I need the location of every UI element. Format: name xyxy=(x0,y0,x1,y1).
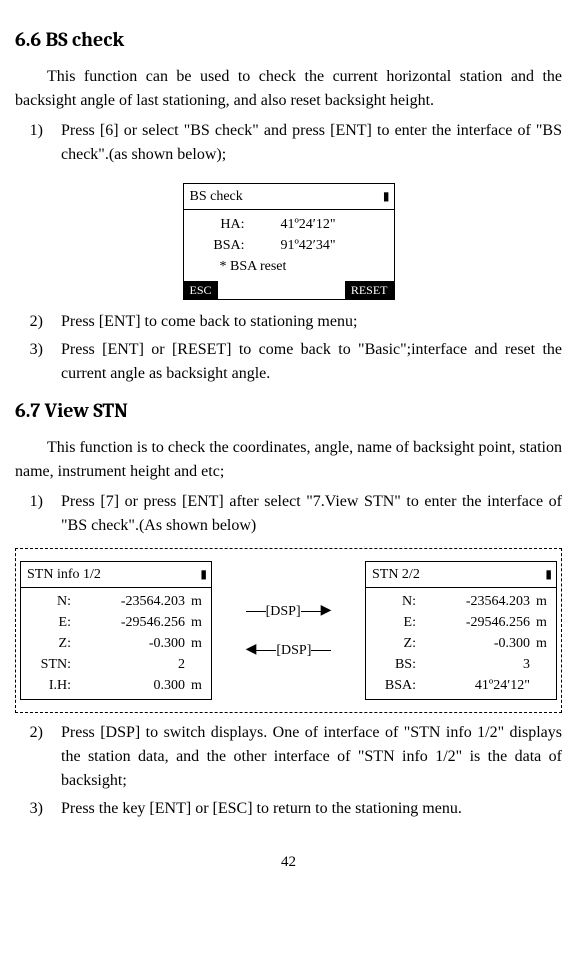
page-number: 42 xyxy=(15,851,562,874)
sec67-step2: Press [DSP] to switch displays. One of i… xyxy=(55,721,562,793)
data-row: BSA:41º24′12" xyxy=(370,675,552,696)
row-label: N: xyxy=(25,591,77,612)
dsp-label: [DSP] xyxy=(276,640,311,661)
battery-icon: ▮ xyxy=(545,565,552,583)
dsp-label: [DSP] xyxy=(266,601,301,622)
row-label: N: xyxy=(370,591,422,612)
row-label: BS: xyxy=(370,654,422,675)
data-row: I.H:0.300m xyxy=(25,675,207,696)
sec67-step1: Press [7] or press [ENT] after select "7… xyxy=(55,490,562,538)
screen-title: STN info 1/2 xyxy=(27,567,101,582)
row-value: -0.300 xyxy=(77,633,189,654)
stn-info-2-screen: STN 2/2 ▮ N:-23564.203mE:-29546.256mZ:-0… xyxy=(365,561,557,700)
data-row: E:-29546.256m xyxy=(25,612,207,633)
data-row: N:-23564.203m xyxy=(370,591,552,612)
dsp-arrows: [DSP] ▶ ◀ [DSP] xyxy=(246,601,332,661)
row-unit: m xyxy=(534,612,552,633)
row-unit xyxy=(534,675,552,696)
sec66-step3: Press [ENT] or [RESET] to come back to "… xyxy=(55,338,562,386)
data-row: Z:-0.300m xyxy=(25,633,207,654)
row-label: E: xyxy=(25,612,77,633)
data-row: Z:-0.300m xyxy=(370,633,552,654)
row-value: -29546.256 xyxy=(77,612,189,633)
stn-info-1-screen: STN info 1/2 ▮ N:-23564.203mE:-29546.256… xyxy=(20,561,212,700)
section-intro-6-7: This function is to check the coordinate… xyxy=(15,436,562,484)
row-value: 3 xyxy=(422,654,534,675)
sec67-step3: Press the key [ENT] or [ESC] to return t… xyxy=(55,797,562,821)
row-unit: m xyxy=(189,612,207,633)
row-unit: m xyxy=(534,591,552,612)
bsa-reset-note: * BSA reset xyxy=(190,256,388,277)
section-heading-6-6: 6.6 BS check xyxy=(15,25,562,55)
ha-label: HA: xyxy=(190,214,251,235)
sec66-step1: Press [6] or select "BS check" and press… xyxy=(55,119,562,167)
esc-button[interactable]: ESC xyxy=(184,281,218,299)
row-value: -23564.203 xyxy=(422,591,534,612)
arrow-left-icon: ◀ xyxy=(246,643,257,657)
battery-icon: ▮ xyxy=(200,565,207,583)
bs-check-screen: BS check ▮ HA: 41º24′12" BSA: 91º42′34" … xyxy=(183,183,395,300)
screen-title: STN 2/2 xyxy=(372,567,420,582)
reset-button[interactable]: RESET xyxy=(345,281,394,299)
sec66-step2: Press [ENT] to come back to stationing m… xyxy=(55,310,562,334)
row-value: -0.300 xyxy=(422,633,534,654)
row-label: STN: xyxy=(25,654,77,675)
bsa-label: BSA: xyxy=(190,235,251,256)
row-unit: m xyxy=(534,633,552,654)
row-value: 2 xyxy=(77,654,189,675)
data-row: E:-29546.256m xyxy=(370,612,552,633)
row-value: -23564.203 xyxy=(77,591,189,612)
battery-icon: ▮ xyxy=(383,187,390,205)
bsa-value: 91º42′34" xyxy=(251,235,370,256)
row-value: 41º24′12" xyxy=(422,675,534,696)
section-heading-6-7: 6.7 View STN xyxy=(15,396,562,426)
row-label: Z: xyxy=(370,633,422,654)
row-value: -29546.256 xyxy=(422,612,534,633)
row-unit: m xyxy=(189,675,207,696)
data-row: STN:2 xyxy=(25,654,207,675)
row-label: I.H: xyxy=(25,675,77,696)
row-label: Z: xyxy=(25,633,77,654)
data-row: N:-23564.203m xyxy=(25,591,207,612)
row-unit xyxy=(534,654,552,675)
screen-title: BS check xyxy=(190,189,243,204)
ha-value: 41º24′12" xyxy=(251,214,370,235)
row-label: BSA: xyxy=(370,675,422,696)
row-label: E: xyxy=(370,612,422,633)
row-value: 0.300 xyxy=(77,675,189,696)
row-unit: m xyxy=(189,591,207,612)
section-intro-6-6: This function can be used to check the c… xyxy=(15,65,562,113)
stn-screens-diagram: STN info 1/2 ▮ N:-23564.203mE:-29546.256… xyxy=(15,548,562,713)
arrow-right-icon: ▶ xyxy=(321,604,332,618)
row-unit xyxy=(189,654,207,675)
data-row: BS:3 xyxy=(370,654,552,675)
row-unit: m xyxy=(189,633,207,654)
